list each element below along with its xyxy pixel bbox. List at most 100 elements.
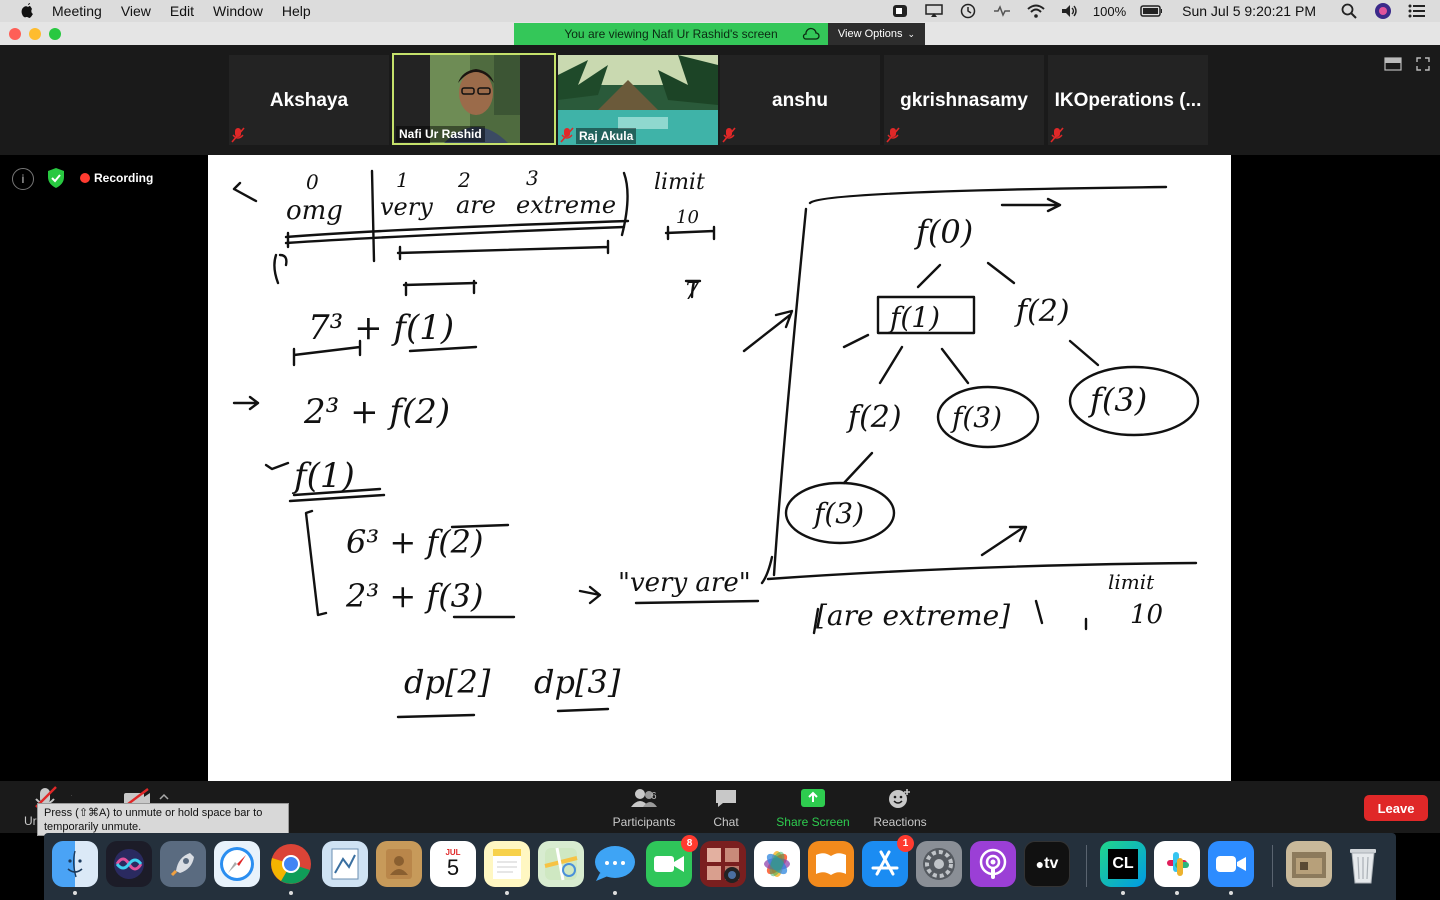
- participants-button[interactable]: 6 Participants: [599, 787, 689, 829]
- clock[interactable]: Sun Jul 5 9:20:21 PM: [1182, 3, 1316, 19]
- participant-tile-gkrishnasamy[interactable]: gkrishnasamy: [884, 55, 1044, 145]
- dock-trash[interactable]: [1340, 841, 1386, 887]
- zoom-window-button[interactable]: [49, 28, 61, 40]
- recording-indicator[interactable]: Recording: [80, 171, 153, 185]
- wb-bottom-phrase: [are extreme]: [816, 599, 1010, 632]
- participant-tile-nafi-ur-rashid[interactable]: Nafi Ur Rashid: [392, 53, 556, 145]
- menu-view[interactable]: View: [121, 3, 151, 19]
- participant-tile-akshaya[interactable]: Akshaya: [229, 55, 389, 145]
- participant-name: anshu: [772, 90, 828, 111]
- reactions-button[interactable]: Reactions: [855, 787, 945, 829]
- shared-screen-whiteboard: 0 1 2 3 omg very are extreme limit 10 7 …: [208, 155, 1231, 781]
- books-icon: [816, 853, 846, 875]
- battery-icon[interactable]: [1140, 3, 1163, 19]
- menu-help[interactable]: Help: [282, 3, 311, 19]
- mac-menu-bar: zoom.us Meeting View Edit Window Help 10…: [0, 0, 1440, 39]
- volume-icon[interactable]: [1059, 3, 1081, 19]
- battery-percent: 100%: [1092, 3, 1127, 19]
- dock-podcasts[interactable]: [970, 841, 1016, 887]
- wb-limit-label: limit: [654, 170, 705, 195]
- wb-line-6: "very are": [618, 568, 751, 598]
- dock-photos[interactable]: [754, 841, 800, 887]
- dock-notes[interactable]: [484, 841, 530, 895]
- siri-icon[interactable]: [1372, 3, 1394, 19]
- menu-edit[interactable]: Edit: [170, 3, 194, 19]
- participant-tile-ikoperations[interactable]: IKOperations (...: [1048, 55, 1208, 145]
- encryption-shield-icon[interactable]: [46, 167, 66, 194]
- minimize-window-button[interactable]: [29, 28, 41, 40]
- unmute-tooltip-text: Press (⇧⌘A) to unmute or hold space bar …: [44, 807, 263, 833]
- dock-maps[interactable]: [538, 841, 584, 887]
- participants-label: Participants: [612, 815, 676, 829]
- dock-chrome[interactable]: [268, 841, 314, 895]
- share-screen-icon: [801, 789, 825, 807]
- chevron-down-icon: ⌄: [907, 28, 916, 39]
- dock-clion[interactable]: CL: [1100, 841, 1146, 895]
- apple-icon: ●: [1035, 856, 1045, 872]
- chat-button[interactable]: Chat: [681, 787, 771, 829]
- fullscreen-icon[interactable]: [1416, 57, 1430, 76]
- dock-zoom[interactable]: [1208, 841, 1254, 895]
- wb-bottom-value: 10: [1130, 600, 1163, 630]
- chrome-icon: [271, 844, 311, 884]
- recording-label: Recording: [94, 171, 154, 185]
- dock-siri[interactable]: [106, 841, 152, 887]
- slack-icon: [1167, 852, 1189, 876]
- dock-calendar[interactable]: JUL 5: [430, 841, 476, 887]
- mac-dock: JUL 5 8 1 ● tv CL: [44, 833, 1396, 900]
- dock-separator: [1086, 845, 1087, 887]
- dock-safari[interactable]: [214, 841, 260, 887]
- zoom-status-icon[interactable]: [889, 3, 911, 19]
- running-indicator: [505, 891, 509, 895]
- spotlight-icon[interactable]: [1338, 3, 1360, 19]
- menu-meeting[interactable]: Meeting: [52, 3, 102, 19]
- dock-downloads-stack[interactable]: [1286, 841, 1332, 887]
- meeting-info-icon[interactable]: i: [12, 168, 34, 190]
- wb-word-omg: omg: [286, 196, 343, 226]
- chat-icon: [716, 790, 736, 807]
- clion-label: CL: [1108, 849, 1138, 879]
- dock-photo-booth[interactable]: [700, 841, 746, 887]
- dock-preview[interactable]: [322, 841, 368, 887]
- preview-icon: [331, 848, 359, 880]
- recording-dot-icon: [80, 173, 90, 183]
- activity-icon[interactable]: [991, 3, 1013, 19]
- dock-slack[interactable]: [1154, 841, 1200, 895]
- dock-books[interactable]: [808, 841, 854, 887]
- close-window-button[interactable]: [9, 28, 21, 40]
- podcasts-icon: [979, 848, 1007, 879]
- share-screen-button[interactable]: Share Screen: [768, 787, 858, 829]
- dock-messages[interactable]: [592, 841, 638, 895]
- notification-center-icon[interactable]: [1406, 3, 1428, 19]
- participant-tile-anshu[interactable]: anshu: [720, 55, 880, 145]
- dock-system-preferences[interactable]: [916, 841, 962, 887]
- dock-app-store[interactable]: 1: [862, 835, 914, 887]
- running-indicator: [289, 891, 293, 895]
- time-machine-icon[interactable]: [957, 3, 979, 19]
- dock-launchpad[interactable]: [160, 841, 206, 887]
- wb-tree-node: f(2): [846, 400, 902, 435]
- dock-contacts[interactable]: [376, 841, 422, 887]
- menu-window[interactable]: Window: [213, 3, 263, 19]
- layout-toggle-icon[interactable]: [1384, 57, 1402, 76]
- airplay-icon[interactable]: [923, 3, 945, 19]
- wb-tree-node: f(0): [914, 213, 973, 251]
- dock-finder[interactable]: [52, 841, 98, 895]
- wb-line-3: f(1): [291, 456, 355, 496]
- wifi-icon[interactable]: [1025, 3, 1047, 19]
- apple-tv-label: tv: [1044, 855, 1059, 872]
- rocket-icon: [170, 853, 194, 877]
- meeting-main-area: i Recording 0 1 2 3 omg very are extreme…: [0, 155, 1440, 781]
- participant-name: IKOperations (...: [1054, 90, 1202, 111]
- dock-facetime[interactable]: 8: [646, 835, 698, 887]
- muted-mic-icon: [722, 127, 736, 143]
- whiteboard-drawing: 0 1 2 3 omg very are extreme limit 10 7 …: [232, 166, 1200, 719]
- wb-line-8: dp[3]: [534, 663, 621, 701]
- compass-icon: [220, 847, 254, 881]
- app-store-icon: [871, 850, 899, 876]
- dock-apple-tv[interactable]: ● tv: [1024, 841, 1070, 887]
- leave-meeting-button[interactable]: Leave: [1364, 795, 1428, 821]
- participant-tile-raj-akula[interactable]: Raj Akula: [558, 55, 718, 145]
- view-options-button[interactable]: View Options ⌄: [828, 23, 925, 45]
- participant-name: Raj Akula: [576, 128, 637, 144]
